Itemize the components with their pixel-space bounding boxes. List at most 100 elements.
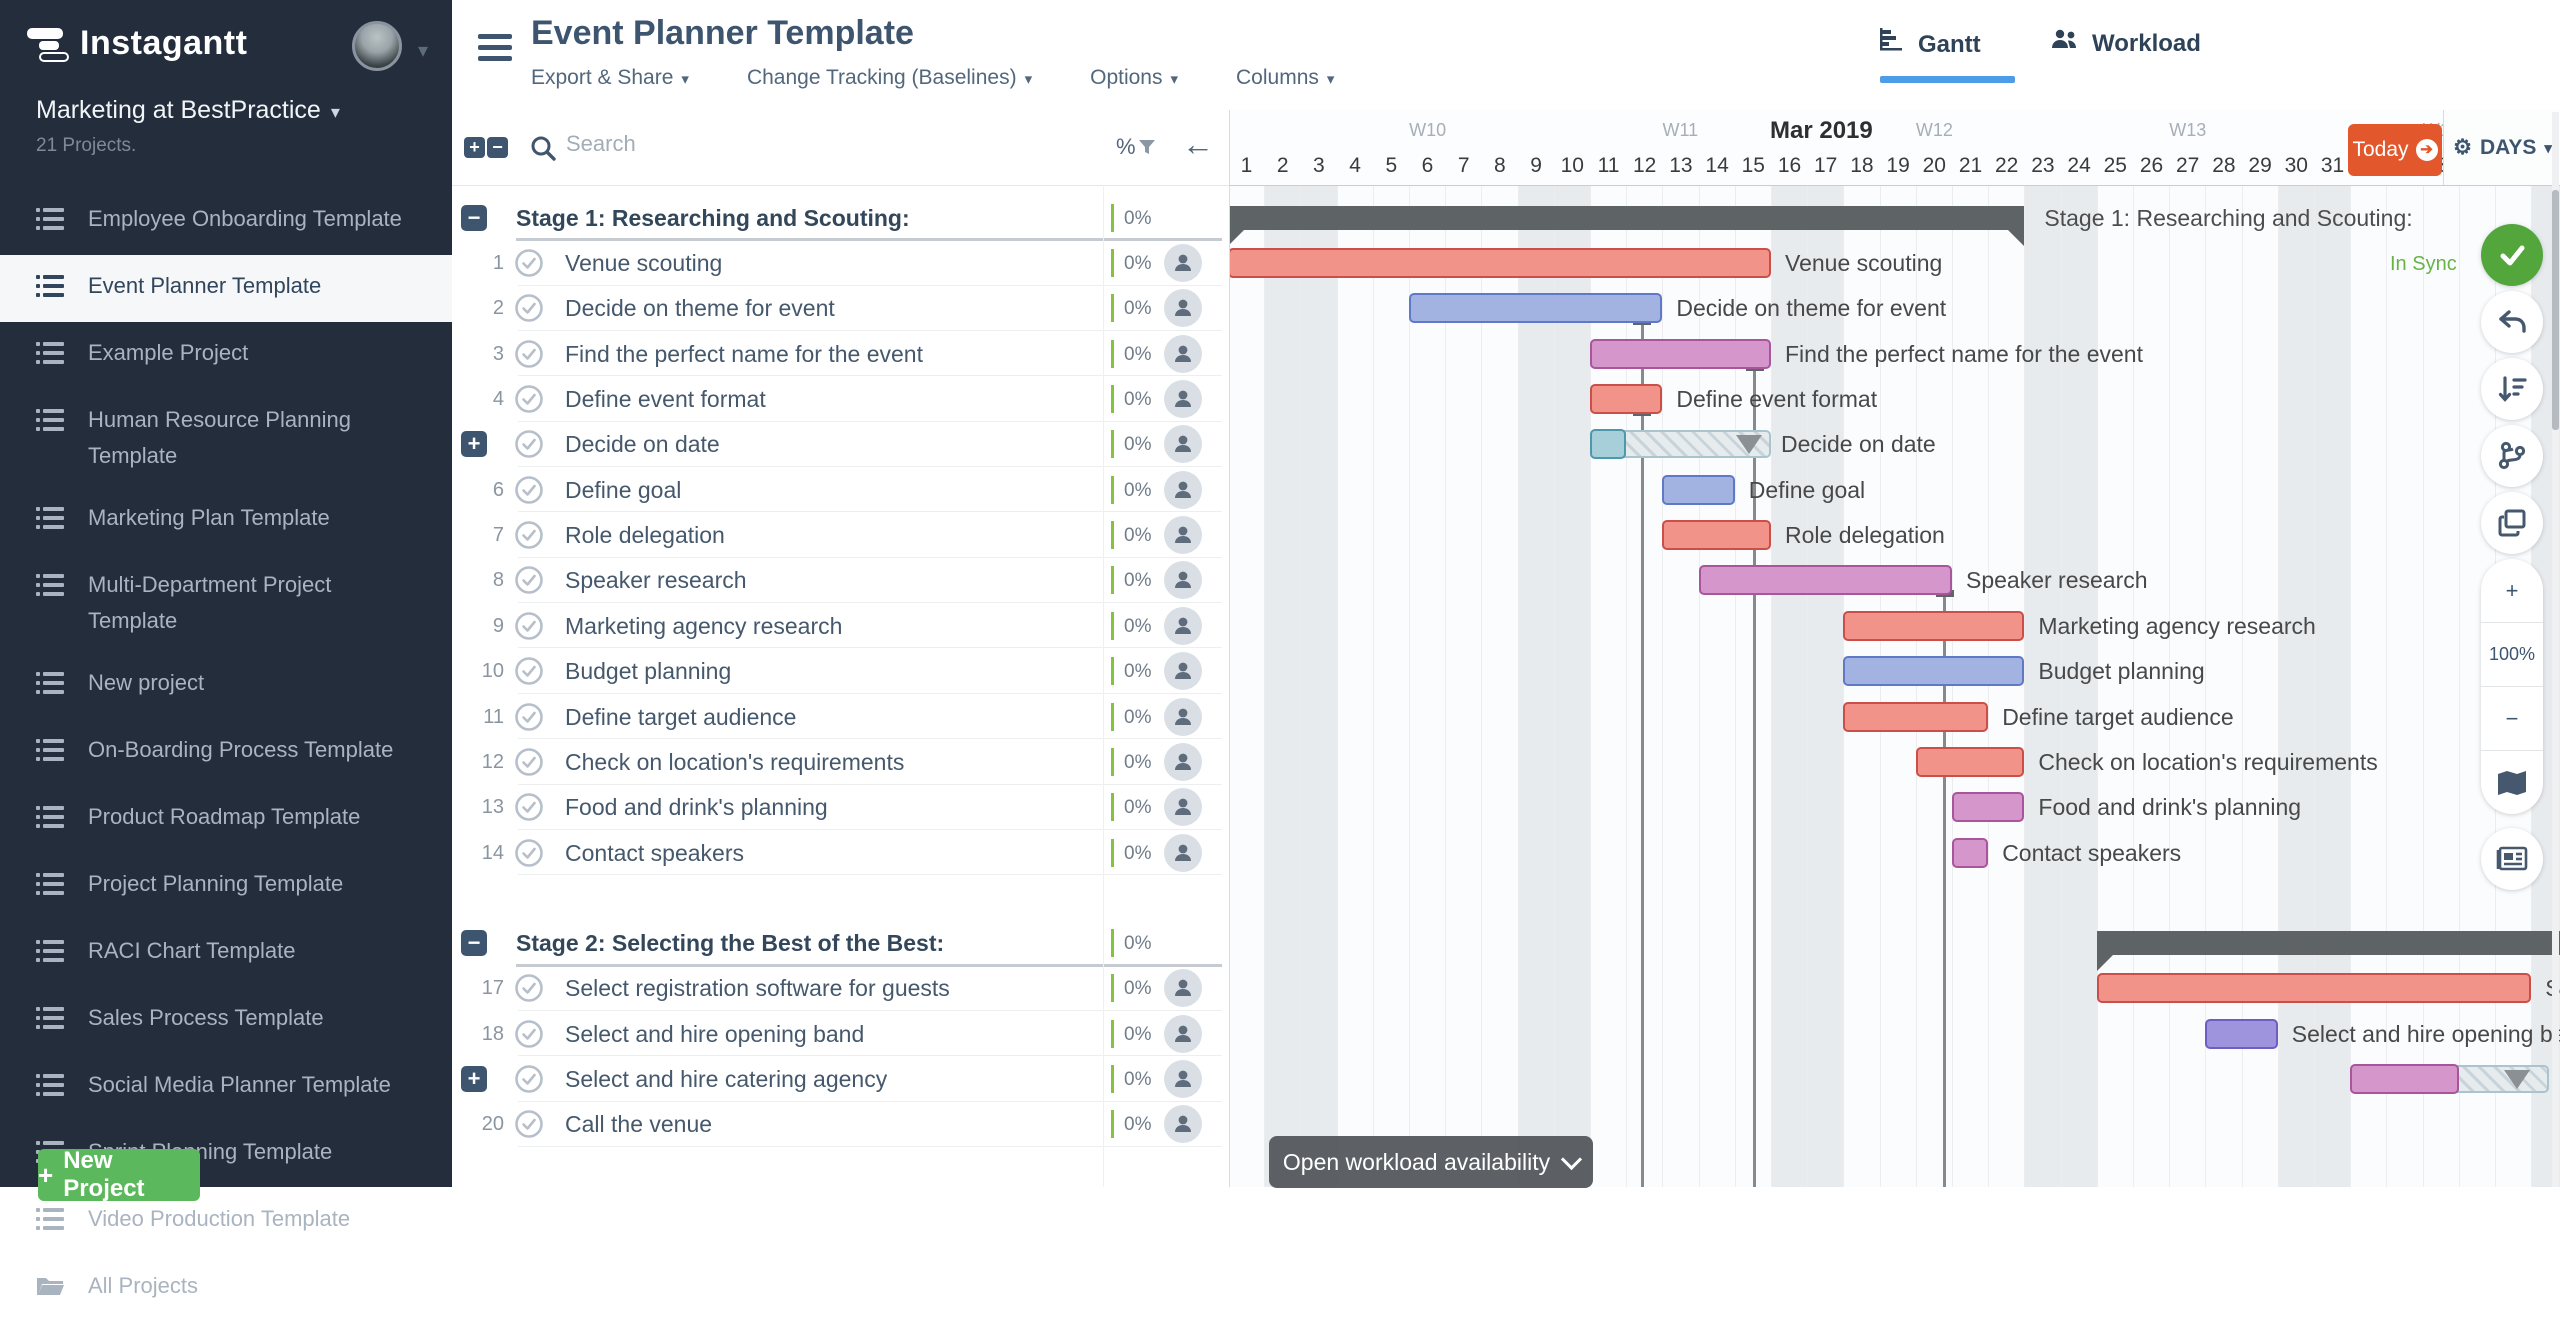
complete-check-icon[interactable] xyxy=(514,656,544,691)
sidebar-item-all-projects[interactable]: All Projects xyxy=(0,1255,452,1322)
complete-check-icon[interactable] xyxy=(514,475,544,510)
sidebar-item-example-project[interactable]: Example Project xyxy=(0,322,452,389)
copy-layers-button[interactable] xyxy=(2481,492,2543,554)
gantt-bar[interactable] xyxy=(2350,1064,2459,1094)
complete-check-icon[interactable] xyxy=(514,384,544,419)
gantt-bar[interactable] xyxy=(1662,475,1734,505)
complete-check-icon[interactable] xyxy=(514,520,544,555)
task-row[interactable]: 9Marketing agency research0% xyxy=(452,603,1229,648)
summary-bar[interactable] xyxy=(2097,931,2560,955)
in-sync-check-button[interactable] xyxy=(2481,224,2543,286)
assignee-avatar[interactable] xyxy=(1164,380,1202,418)
assignee-avatar[interactable] xyxy=(1164,471,1202,509)
zoom-in-button[interactable]: + xyxy=(2481,559,2543,623)
complete-check-icon[interactable] xyxy=(514,293,544,328)
assignee-avatar[interactable] xyxy=(1164,788,1202,826)
user-avatar[interactable] xyxy=(352,21,402,71)
complete-check-icon[interactable] xyxy=(514,973,544,1008)
task-row[interactable]: 2Decide on theme for event0% xyxy=(452,286,1229,331)
task-row[interactable]: 1Venue scouting0% xyxy=(452,240,1229,285)
hamburger-menu-icon[interactable] xyxy=(478,34,512,62)
assignee-avatar[interactable] xyxy=(1164,652,1202,690)
assignee-avatar[interactable] xyxy=(1164,743,1202,781)
stage-row[interactable]: −Stage 1: Researching and Scouting:0% xyxy=(452,195,1229,240)
sidebar-item-marketing-plan-template[interactable]: Marketing Plan Template xyxy=(0,487,452,554)
tab-workload[interactable]: Workload xyxy=(2050,28,2201,59)
open-workload-button[interactable]: Open workload availability xyxy=(1269,1136,1593,1188)
assignee-avatar[interactable] xyxy=(1164,335,1202,373)
deadline-marker-icon[interactable] xyxy=(2504,1070,2530,1089)
complete-check-icon[interactable] xyxy=(514,838,544,873)
assignee-avatar[interactable] xyxy=(1164,561,1202,599)
task-row[interactable]: 4Define event format0% xyxy=(452,376,1229,421)
deadline-marker-icon[interactable] xyxy=(1736,435,1762,454)
gantt-bar[interactable] xyxy=(1843,611,2024,641)
gantt-bar[interactable] xyxy=(1843,702,1988,732)
task-row[interactable]: 12Check on location's requirements0% xyxy=(452,739,1229,784)
complete-check-icon[interactable] xyxy=(514,429,544,464)
sidebar-item-multi-department-project-template[interactable]: Multi-Department Project Template xyxy=(0,554,452,652)
complete-check-icon[interactable] xyxy=(514,339,544,374)
menu-change-tracking[interactable]: Change Tracking (Baselines)▾ xyxy=(747,66,1032,90)
complete-check-icon[interactable] xyxy=(514,248,544,283)
assignee-avatar[interactable] xyxy=(1164,289,1202,327)
gantt-bar[interactable] xyxy=(1662,520,1771,550)
complete-check-icon[interactable] xyxy=(514,792,544,827)
sidebar-item-event-planner-template[interactable]: Event Planner Template xyxy=(0,255,452,322)
stage-row[interactable]: −Stage 2: Selecting the Best of the Best… xyxy=(452,920,1229,965)
complete-check-icon[interactable] xyxy=(514,702,544,737)
gantt-bar[interactable] xyxy=(1590,339,1771,369)
task-row[interactable]: +Decide on date0% xyxy=(452,422,1229,467)
task-row[interactable]: 3Find the perfect name for the event0% xyxy=(452,331,1229,376)
summary-bar[interactable] xyxy=(1230,206,2024,230)
gantt-bar[interactable] xyxy=(1590,429,1626,459)
complete-check-icon[interactable] xyxy=(514,747,544,782)
expand-button[interactable]: + xyxy=(461,431,487,457)
assignee-avatar[interactable] xyxy=(1164,244,1202,282)
complete-check-icon[interactable] xyxy=(514,565,544,600)
sidebar-item-raci-chart-template[interactable]: RACI Chart Template xyxy=(0,920,452,987)
assignee-avatar[interactable] xyxy=(1164,1060,1202,1098)
sidebar-item-human-resource-planning-template[interactable]: Human Resource Planning Template xyxy=(0,389,452,487)
sidebar-item-project-planning-template[interactable]: Project Planning Template xyxy=(0,853,452,920)
task-row[interactable]: 8Speaker research0% xyxy=(452,558,1229,603)
gantt-bar[interactable] xyxy=(2097,973,2531,1003)
task-row[interactable]: 7Role delegation0% xyxy=(452,512,1229,557)
assignee-avatar[interactable] xyxy=(1164,1015,1202,1053)
complete-check-icon[interactable] xyxy=(514,1064,544,1099)
today-button[interactable]: Today➔ xyxy=(2348,124,2442,176)
menu-export-share[interactable]: Export & Share▾ xyxy=(531,66,689,90)
task-row[interactable]: 14Contact speakers0% xyxy=(452,830,1229,875)
gantt-bar[interactable] xyxy=(1952,838,1988,868)
assignee-avatar[interactable] xyxy=(1164,969,1202,1007)
task-row[interactable]: 11Define target audience0% xyxy=(452,694,1229,739)
collapse-button[interactable]: − xyxy=(461,205,487,231)
avatar-menu-caret-icon[interactable]: ▾ xyxy=(418,38,428,63)
gantt-bar[interactable] xyxy=(1843,656,2024,686)
menu-columns[interactable]: Columns▾ xyxy=(1236,66,1334,90)
undo-button[interactable] xyxy=(2481,291,2543,353)
complete-check-icon[interactable] xyxy=(514,1019,544,1054)
gantt-bar[interactable] xyxy=(2205,1019,2277,1049)
menu-options[interactable]: Options▾ xyxy=(1090,66,1178,90)
minimap-button[interactable] xyxy=(2481,751,2543,814)
task-row[interactable]: 20Call the venue0% xyxy=(452,1102,1229,1147)
sidebar-item-sales-process-template[interactable]: Sales Process Template xyxy=(0,987,452,1054)
assignee-avatar[interactable] xyxy=(1164,1105,1202,1143)
gantt-bar[interactable] xyxy=(1699,565,1952,595)
gantt-bar[interactable] xyxy=(1230,248,1771,278)
sort-button[interactable] xyxy=(2481,358,2543,420)
workspace-switcher[interactable]: Marketing at BestPractice▾ 21 Projects. xyxy=(36,96,436,157)
gantt-bar[interactable] xyxy=(1916,747,2025,777)
assignee-avatar[interactable] xyxy=(1164,607,1202,645)
gantt-bar[interactable] xyxy=(1590,384,1662,414)
assignee-avatar[interactable] xyxy=(1164,698,1202,736)
vertical-scrollbar[interactable] xyxy=(2552,112,2559,1187)
dependencies-branch-button[interactable] xyxy=(2481,425,2543,487)
sidebar-item-on-boarding-process-template[interactable]: On-Boarding Process Template xyxy=(0,719,452,786)
sidebar-item-social-media-planner-template[interactable]: Social Media Planner Template xyxy=(0,1054,452,1121)
legend-card-button[interactable] xyxy=(2481,828,2543,890)
sidebar-item-new-project[interactable]: New project xyxy=(0,652,452,719)
complete-check-icon[interactable] xyxy=(514,1109,544,1144)
task-row[interactable]: 13Food and drink's planning0% xyxy=(452,785,1229,830)
